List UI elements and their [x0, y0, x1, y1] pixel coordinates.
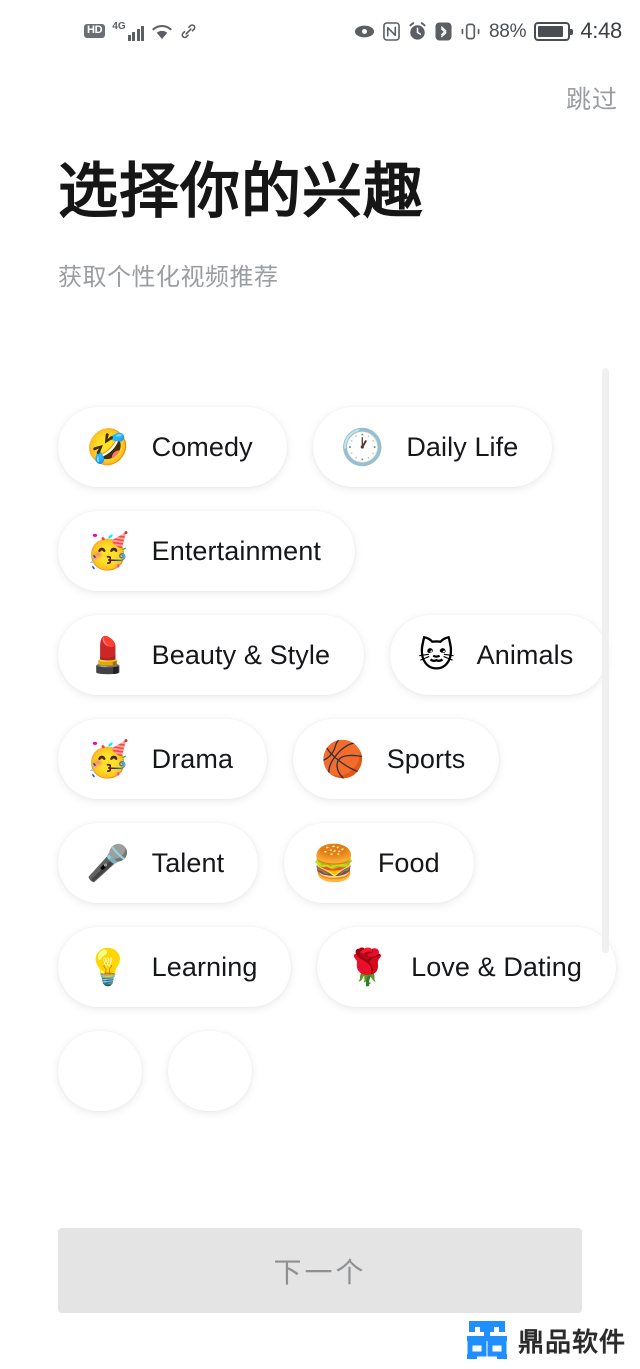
- hd-badge-icon: HD: [84, 24, 106, 38]
- interest-chip-label: Animals: [476, 639, 574, 670]
- clock-emoji: 🕐: [340, 427, 385, 467]
- watermark: 鼎品软件: [465, 1319, 626, 1364]
- network-type-label: 4G: [112, 20, 126, 32]
- status-bar: HD 4G 88% 4:48: [0, 0, 640, 62]
- signal-bars-icon: 4G: [112, 20, 145, 41]
- interest-chip[interactable]: [58, 1031, 142, 1111]
- hamburger-emoji: 🍔: [312, 843, 356, 883]
- signal-bars-glyph: [127, 25, 145, 41]
- bottom-fade-mask: [0, 1215, 640, 1219]
- interest-chip[interactable]: 🥳 Entertainment: [58, 511, 355, 591]
- phone-screen: HD 4G 88% 4:48 跳过 选择你的兴趣 获取个性化视频推荐 🤣 Com…: [0, 0, 640, 1369]
- interest-chip[interactable]: 🥳 Drama: [58, 719, 268, 799]
- interest-chip-label: Beauty & Style: [151, 639, 331, 670]
- watermark-text: 鼎品软件: [517, 1326, 626, 1357]
- interest-chips-scroll-area[interactable]: 🤣 Comedy 🕐 Daily Life 🥳 Entertainment 💄 Beauty …: [0, 395, 640, 1225]
- basketball-emoji: 🏀: [321, 739, 365, 779]
- rose-emoji: 🌹: [345, 947, 390, 987]
- partying-face-emoji: 🥳: [86, 739, 130, 779]
- bluetooth-icon: [435, 22, 452, 41]
- interest-chip[interactable]: 💡 Learning: [58, 927, 292, 1007]
- interest-chip-label: Entertainment: [151, 535, 321, 566]
- skip-button[interactable]: 跳过: [566, 80, 618, 116]
- lipstick-emoji: 💄: [86, 635, 130, 675]
- interest-chip[interactable]: 🕐 Daily Life: [312, 407, 553, 487]
- interest-chip-label: Comedy: [151, 431, 253, 462]
- wifi-icon: [151, 23, 173, 40]
- page-title: 选择你的兴趣: [58, 158, 424, 225]
- alarm-icon: [408, 21, 427, 41]
- partying-face-emoji: 🥳: [86, 531, 130, 571]
- eye-icon: [354, 24, 375, 39]
- nfc-icon: [383, 21, 400, 41]
- cat-face-emoji: 🐱: [418, 635, 455, 675]
- interest-chip-label: Food: [377, 847, 440, 878]
- vertical-scrollbar[interactable]: [602, 368, 609, 953]
- status-bar-left-group: HD 4G: [84, 20, 197, 41]
- microphone-emoji: 🎤: [86, 843, 130, 883]
- interest-chip[interactable]: 🎤 Talent: [58, 823, 259, 903]
- interest-chips-list: 🤣 Comedy 🕐 Daily Life 🥳 Entertainment 💄 Beauty …: [46, 395, 640, 1123]
- interest-chip-label: Sports: [386, 743, 466, 774]
- interest-chip[interactable]: 🍔 Food: [284, 823, 474, 903]
- next-button[interactable]: 下一个: [58, 1228, 582, 1313]
- interest-chip-label: Learning: [151, 951, 258, 982]
- dingpin-logo-icon: [465, 1319, 509, 1364]
- page-subtitle: 获取个性化视频推荐: [58, 264, 279, 291]
- interest-chip[interactable]: 🤣 Comedy: [58, 407, 287, 487]
- battery-percent-label: 88%: [488, 20, 527, 42]
- interest-chip-label: Drama: [151, 743, 234, 774]
- interest-chip-label: Love & Dating: [411, 951, 582, 982]
- status-bar-clock: 4:48: [580, 18, 622, 43]
- interest-chip-label: Talent: [151, 847, 225, 878]
- rolling-on-floor-laughing-emoji: 🤣: [86, 427, 130, 467]
- status-bar-right-group: 88% 4:48: [354, 20, 622, 42]
- interest-chip[interactable]: [168, 1031, 252, 1111]
- link-icon: [180, 23, 197, 40]
- interest-chip[interactable]: 🐱 Animals: [390, 615, 608, 695]
- light-bulb-emoji: 💡: [86, 947, 130, 987]
- interest-chip[interactable]: 🌹 Love & Dating: [317, 927, 616, 1007]
- battery-icon: [534, 21, 574, 41]
- interest-chip-label: Daily Life: [406, 431, 519, 462]
- interest-chip[interactable]: 🏀 Sports: [293, 719, 500, 799]
- vibrate-icon: [460, 22, 481, 41]
- interest-chip[interactable]: 💄 Beauty & Style: [58, 615, 365, 695]
